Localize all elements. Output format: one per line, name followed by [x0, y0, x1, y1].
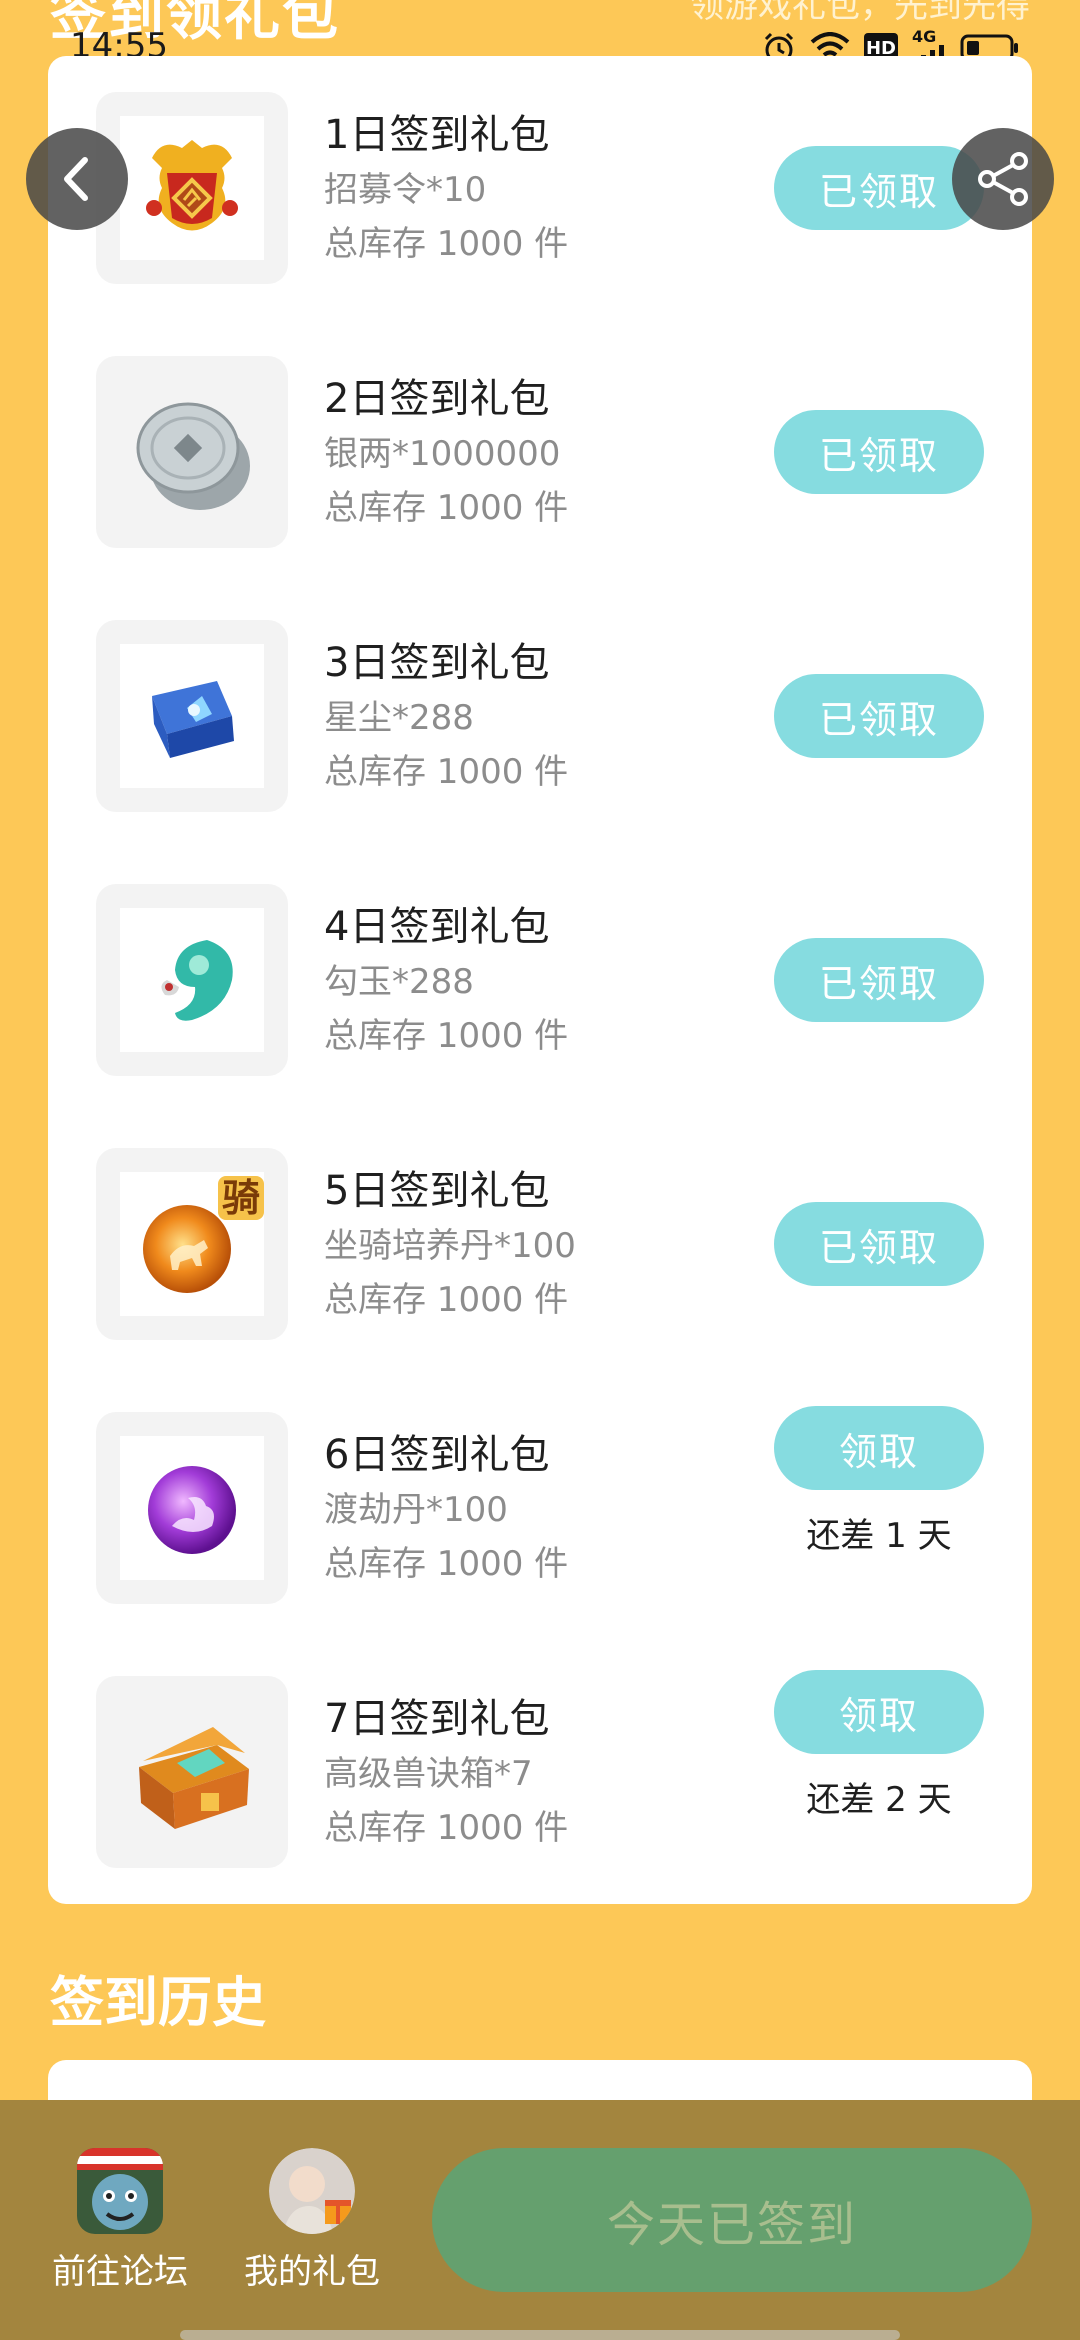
gift-item: 渡劫丹*100 — [324, 1490, 508, 1530]
beast-chest-icon — [139, 1727, 249, 1829]
gift-stock: 总库存 1000 件 — [324, 1808, 569, 1848]
days-remaining: 还差 1 天 — [806, 1516, 952, 1556]
gift-thumbnail — [96, 1676, 288, 1868]
claimed-button[interactable]: 已领取 — [774, 1202, 984, 1286]
home-indicator[interactable] — [180, 2330, 900, 2340]
gift-title: 7日签到礼包 — [324, 1696, 550, 1742]
forum-label: 前往论坛 — [52, 2252, 188, 2292]
forum-button[interactable]: 前往论坛 — [30, 2148, 210, 2293]
gift-row: 6日签到礼包 渡劫丹*100 总库存 1000 件 领取 还差 1 天 — [48, 1376, 1032, 1640]
gift-item: 高级兽诀箱*7 — [324, 1754, 533, 1794]
gift-thumbnail — [96, 1412, 288, 1604]
gift-stock: 总库存 1000 件 — [324, 1280, 569, 1320]
forum-app-icon — [77, 2148, 163, 2234]
gift-item: 银两*1000000 — [324, 434, 561, 474]
gift-thumbnail — [96, 356, 288, 548]
mount-badge: 骑 — [217, 1176, 264, 1220]
gift-row: 2日签到礼包 银两*1000000 总库存 1000 件 已领取 — [48, 320, 1032, 584]
gift-row: 3日签到礼包 星尘*288 总库存 1000 件 已领取 — [48, 584, 1032, 848]
tribulation-pill-icon — [148, 1466, 236, 1554]
back-button[interactable] — [26, 128, 128, 230]
gift-title: 1日签到礼包 — [324, 112, 550, 158]
bottom-bar: 前往论坛 我的礼包 今天已签到 — [0, 2100, 1080, 2340]
share-button[interactable] — [952, 128, 1054, 230]
gift-row: 7日签到礼包 高级兽诀箱*7 总库存 1000 件 领取 还差 2 天 — [48, 1640, 1032, 1904]
checked-in-button[interactable]: 今天已签到 — [432, 2148, 1032, 2292]
gift-item: 招募令*10 — [324, 170, 487, 210]
silver-coins-icon — [136, 402, 250, 510]
gift-row: 1日签到礼包 招募令*10 总库存 1000 件 已领取 — [48, 56, 1032, 320]
gift-stock: 总库存 1000 件 — [324, 1544, 569, 1584]
days-remaining: 还差 2 天 — [806, 1780, 952, 1820]
history-title: 签到历史 — [50, 1971, 266, 2034]
avatar — [269, 2148, 355, 2234]
magatama-icon — [161, 940, 233, 1021]
share-icon — [978, 152, 1028, 206]
claim-button[interactable]: 领取 — [774, 1406, 984, 1490]
chevron-left-icon — [64, 157, 88, 201]
claimed-button[interactable]: 已领取 — [774, 674, 984, 758]
recruit-token-icon — [146, 140, 238, 231]
gift-thumbnail — [96, 620, 288, 812]
gift-item: 坐骑培养丹*100 — [324, 1226, 576, 1266]
gift-item: 勾玉*288 — [324, 962, 474, 1002]
gift-list-card: 1日签到礼包 招募令*10 总库存 1000 件 已领取 2日签到礼包 银两*1… — [48, 56, 1032, 1904]
gift-stock: 总库存 1000 件 — [324, 752, 569, 792]
gift-title: 4日签到礼包 — [324, 904, 550, 950]
my-gifts-label: 我的礼包 — [244, 2252, 380, 2292]
gift-stock: 总库存 1000 件 — [324, 1016, 569, 1056]
gift-stock: 总库存 1000 件 — [324, 224, 569, 264]
gift-row: 4日签到礼包 勾玉*288 总库存 1000 件 已领取 — [48, 848, 1032, 1112]
gift-title: 2日签到礼包 — [324, 376, 550, 422]
gift-title: 6日签到礼包 — [324, 1432, 550, 1478]
gift-item: 星尘*288 — [324, 698, 474, 738]
stardust-chest-icon — [152, 681, 234, 758]
gift-row: 骑 5日签到礼包 坐骑培养丹*100 总库存 1000 件 已领取 — [48, 1112, 1032, 1376]
claim-button[interactable]: 领取 — [774, 1670, 984, 1754]
claimed-button[interactable]: 已领取 — [774, 938, 984, 1022]
gift-title: 5日签到礼包 — [324, 1168, 550, 1214]
my-gifts-button[interactable]: 我的礼包 — [222, 2148, 402, 2293]
network-type: 4G — [912, 27, 937, 46]
gift-thumbnail — [96, 884, 288, 1076]
gift-thumbnail: 骑 — [96, 1148, 288, 1340]
claimed-button[interactable]: 已领取 — [774, 410, 984, 494]
gift-stock: 总库存 1000 件 — [324, 488, 569, 528]
gift-title: 3日签到礼包 — [324, 640, 550, 686]
